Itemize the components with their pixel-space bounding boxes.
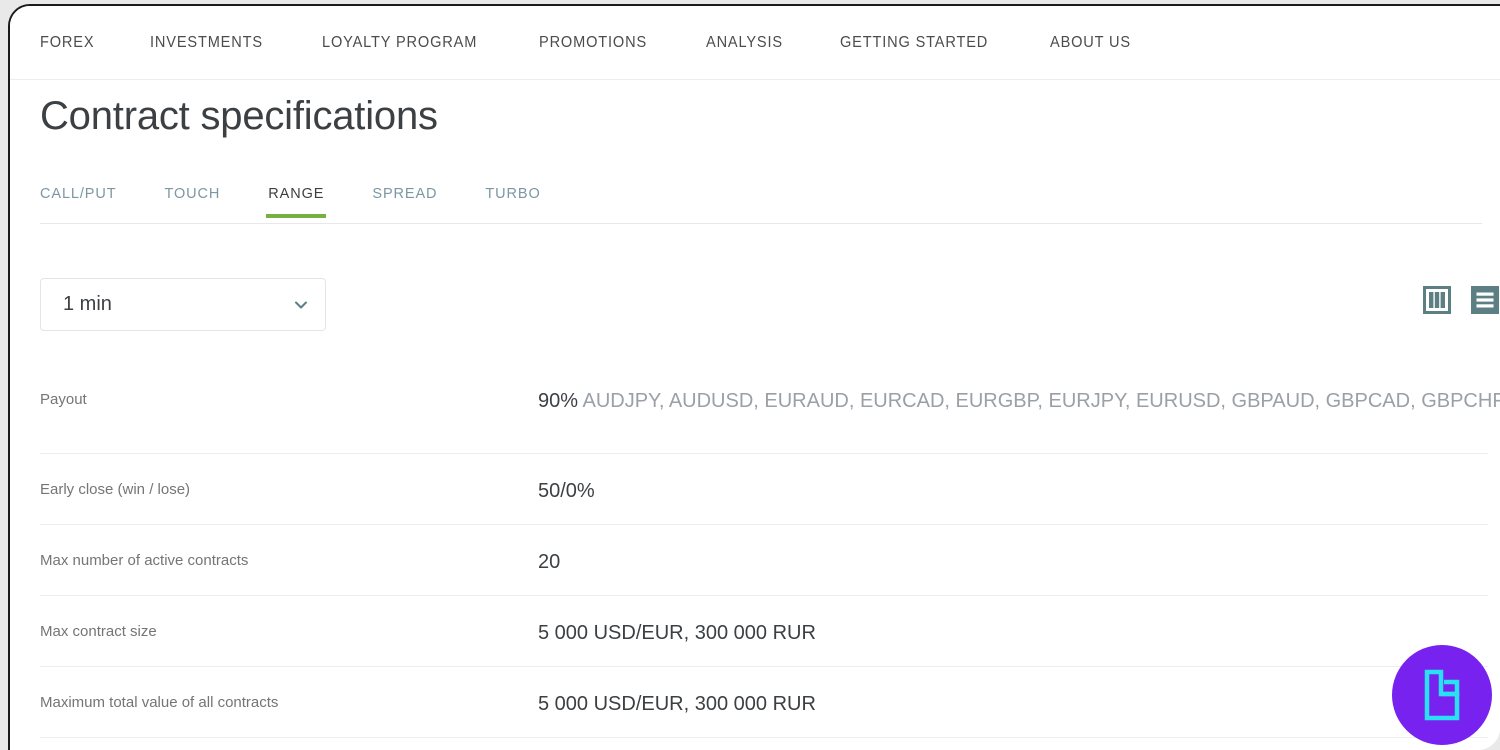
- spec-label: Maximum total value of all contracts: [40, 694, 279, 711]
- specifications-table: Payout 90% AUDJPY, AUDUSD, EURAUD, EURCA…: [40, 364, 1500, 738]
- nav-item-getting-started[interactable]: GETTING STARTED: [840, 34, 988, 52]
- spec-value: 5 000 USD/EUR, 300 000 RUR: [538, 693, 816, 715]
- spec-value: 90% AUDJPY, AUDUSD, EURAUD, EURCAD, EURG…: [538, 386, 1500, 417]
- lc-monogram-logo: [1392, 645, 1492, 745]
- tab-touch[interactable]: TOUCH: [165, 186, 221, 217]
- table-row: Maximum total value of all contracts 5 0…: [40, 667, 1488, 738]
- contract-type-tabs: CALL/PUT TOUCH RANGE SPREAD TURBO: [40, 186, 1482, 224]
- nav-item-about-us[interactable]: ABOUT US: [1050, 34, 1131, 52]
- browser-frame: FOREX INVESTMENTS LOYALTY PROGRAM PROMOT…: [8, 4, 1500, 750]
- columns-view-button[interactable]: [1420, 285, 1454, 319]
- spec-label: Early close (win / lose): [40, 481, 191, 498]
- payout-percent: 90%: [538, 390, 579, 412]
- table-row: Early close (win / lose) 50/0%: [40, 454, 1488, 525]
- view-toggle-group: [1420, 285, 1500, 319]
- spec-label: Max contract size: [40, 623, 157, 640]
- payout-instrument-list: AUDJPY, AUDUSD, EURAUD, EURCAD, EURGBP, …: [582, 390, 1500, 412]
- list-view-icon: [1471, 285, 1499, 319]
- controls-row: 1 min: [40, 278, 1499, 332]
- spec-label: Payout: [40, 391, 87, 408]
- nav-item-promotions[interactable]: PROMOTIONS: [539, 34, 647, 52]
- tab-turbo[interactable]: TURBO: [485, 186, 540, 217]
- nav-item-analysis[interactable]: ANALYSIS: [706, 34, 783, 52]
- table-row: Max contract size 5 000 USD/EUR, 300 000…: [40, 596, 1488, 667]
- spec-value: 20: [538, 551, 561, 573]
- tab-range[interactable]: RANGE: [266, 186, 327, 218]
- spec-value: 50/0%: [538, 480, 595, 502]
- table-row: Payout 90% AUDJPY, AUDUSD, EURAUD, EURCA…: [40, 364, 1500, 454]
- table-row: Max number of active contracts 20: [40, 525, 1488, 596]
- page-title: Contract specifications: [40, 94, 438, 138]
- page-content: FOREX INVESTMENTS LOYALTY PROGRAM PROMOT…: [10, 6, 1500, 750]
- nav-item-investments[interactable]: INVESTMENTS: [150, 34, 263, 52]
- nav-item-forex[interactable]: FOREX: [40, 34, 94, 52]
- chevron-down-icon: [293, 297, 309, 313]
- tab-call-put[interactable]: CALL/PUT: [40, 186, 117, 217]
- spec-label: Max number of active contracts: [40, 552, 249, 569]
- columns-view-icon: [1423, 285, 1451, 319]
- tab-spread[interactable]: SPREAD: [372, 186, 437, 217]
- duration-select[interactable]: 1 min: [40, 278, 326, 331]
- list-view-button[interactable]: [1468, 285, 1500, 319]
- spec-value: 5 000 USD/EUR, 300 000 RUR: [538, 622, 816, 644]
- top-navigation: FOREX INVESTMENTS LOYALTY PROGRAM PROMOT…: [10, 6, 1500, 80]
- nav-item-loyalty-program[interactable]: LOYALTY PROGRAM: [322, 34, 477, 52]
- duration-select-value: 1 min: [63, 293, 112, 315]
